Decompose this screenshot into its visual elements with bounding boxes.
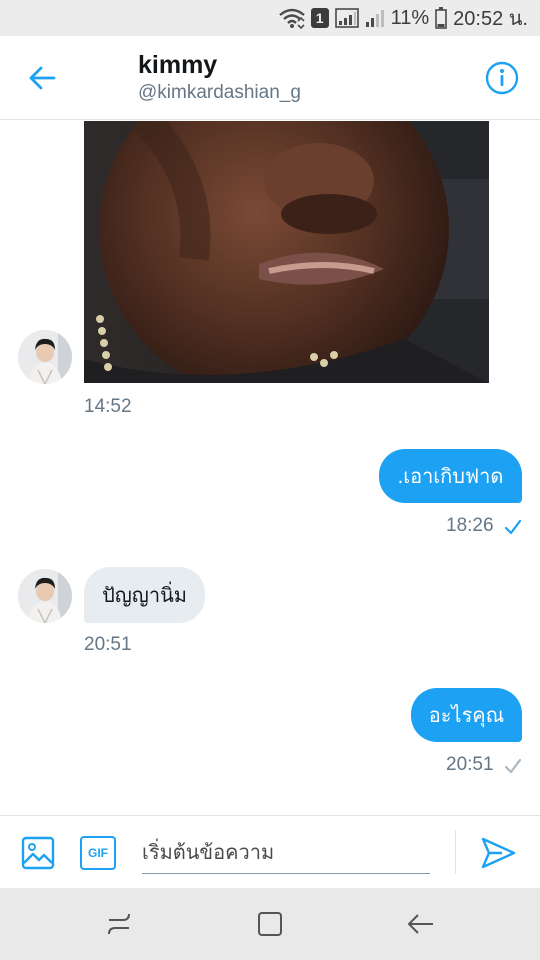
gif-label: GIF bbox=[88, 846, 108, 860]
recent-apps-icon[interactable] bbox=[103, 908, 135, 940]
home-icon[interactable] bbox=[254, 908, 286, 940]
user-avatar-icon bbox=[18, 330, 72, 384]
back-button[interactable] bbox=[22, 58, 62, 98]
message-bubble-outgoing[interactable]: อะไรคุณ bbox=[411, 688, 522, 742]
message-bubble-outgoing[interactable]: .เอาเกิบฟาด bbox=[379, 449, 522, 503]
message-image[interactable] bbox=[84, 121, 489, 383]
battery-icon bbox=[435, 7, 447, 29]
sim-1-icon: 1 bbox=[310, 8, 329, 28]
message-bubble-incoming[interactable]: ปัญญานิ่ม bbox=[84, 567, 205, 623]
info-circle-icon bbox=[485, 61, 519, 95]
info-button[interactable] bbox=[482, 58, 522, 98]
message-time: 14:52 bbox=[84, 396, 132, 417]
conversation-title-block[interactable]: kimmy @kimkardashian_g bbox=[138, 50, 301, 106]
crying-man-meme bbox=[84, 121, 489, 383]
arrow-left-icon bbox=[29, 66, 56, 90]
image-icon[interactable] bbox=[20, 835, 56, 871]
seen-check-icon bbox=[504, 519, 522, 535]
status-bar: 1 11% 20:52 น. bbox=[0, 0, 540, 36]
send-icon[interactable] bbox=[478, 834, 518, 872]
back-icon[interactable] bbox=[405, 908, 437, 940]
signal-icon bbox=[334, 8, 359, 28]
message-input[interactable] bbox=[142, 830, 430, 874]
gif-button[interactable]: GIF bbox=[80, 836, 116, 870]
status-time: 20:52 น. bbox=[453, 8, 528, 30]
message-list[interactable]: 14:52 .เอาเกิบฟาด 18:26 ปัญญานิ่ม 20:51 … bbox=[0, 121, 540, 815]
avatar[interactable] bbox=[18, 569, 72, 623]
conversation-handle: @kimkardashian_g bbox=[138, 82, 301, 103]
status-icons: 1 11% 20:52 น. bbox=[278, 0, 528, 36]
signal-icon bbox=[365, 10, 384, 27]
composer-divider bbox=[455, 830, 456, 874]
conversation-title: kimmy bbox=[138, 51, 218, 79]
conversation-header: kimmy @kimkardashian_g bbox=[0, 36, 540, 120]
battery-percent: 11% bbox=[390, 6, 430, 29]
avatar[interactable] bbox=[18, 330, 72, 384]
sent-check-icon bbox=[504, 758, 522, 774]
wifi-icon bbox=[278, 8, 305, 29]
message-time: 20:51 bbox=[446, 754, 494, 775]
system-nav-bar bbox=[0, 888, 540, 960]
message-composer: GIF bbox=[0, 815, 540, 888]
user-avatar-icon bbox=[18, 569, 72, 623]
dm-conversation-screen: 1 11% 20:52 น. kimmy @kimkardashian_g 14… bbox=[0, 0, 540, 960]
message-time: 18:26 bbox=[446, 515, 494, 536]
message-time: 20:51 bbox=[84, 634, 132, 655]
